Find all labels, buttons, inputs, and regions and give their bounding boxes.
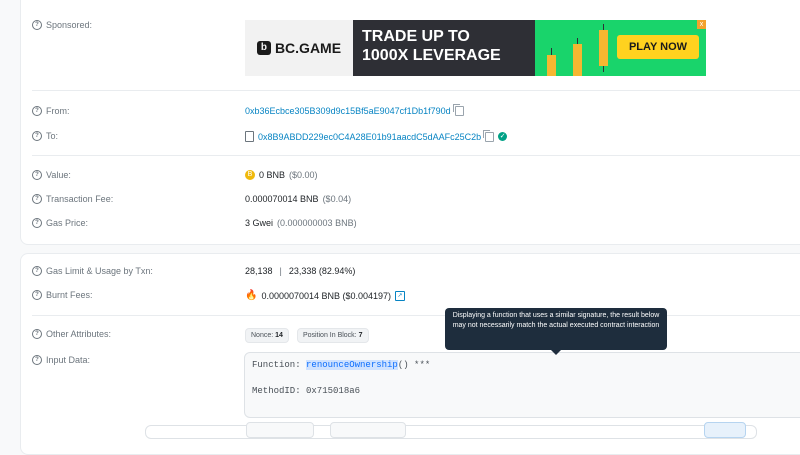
help-icon: ? <box>32 194 42 204</box>
ad-headline: TRADE UP TO 1000X LEVERAGE <box>353 20 535 76</box>
value-amount: B 0 BNB ($0.00) <box>245 170 318 180</box>
fee-amount: 0.000070014 BNB ($0.04) <box>245 194 352 204</box>
to-address-link[interactable]: 0x8B9ABDD229ec0C4A28E01b91aacdC5dAAFc25C… <box>258 132 481 142</box>
gas-limit-label: ? Gas Limit & Usage by Txn: <box>32 266 153 276</box>
bnb-icon: B <box>245 170 255 180</box>
position-badge: Position In Block: 7 <box>296 328 369 343</box>
input-data-label: ? Input Data: <box>32 355 90 365</box>
other-attributes-values: Nonce: 14 Position In Block: 7 <box>245 328 373 343</box>
help-icon: ? <box>32 355 42 365</box>
copy-icon[interactable] <box>452 104 464 116</box>
fire-icon: 🔥 <box>245 290 258 301</box>
function-name[interactable]: renounceOwnership <box>306 360 398 370</box>
ad-banner[interactable]: b BC.GAME TRADE UP TO 1000X LEVERAGE PLA… <box>245 20 706 76</box>
candle <box>547 55 556 76</box>
verified-icon: ✓ <box>498 132 508 141</box>
help-icon: ? <box>32 106 42 116</box>
external-link-icon[interactable]: ↗ <box>395 290 406 301</box>
view-input-button[interactable] <box>246 422 314 438</box>
ad-logo: b BC.GAME <box>245 20 353 76</box>
candle <box>573 44 582 76</box>
decode-button[interactable] <box>704 422 746 438</box>
help-icon: ? <box>32 266 42 276</box>
input-data-box[interactable]: Function: renounceOwnership() *** Method… <box>244 352 800 418</box>
gas-price-value: 3 Gwei (0.000000003 BNB) <box>245 218 357 228</box>
help-icon: ? <box>32 218 42 228</box>
from-address-link[interactable]: 0xb36Ecbce305B309d9c15Bf5aE9047cf1Db1f79… <box>245 106 451 116</box>
help-icon: ? <box>32 290 42 300</box>
gas-limit-value: 28,138 | 23,338 (82.94%) <box>245 266 356 276</box>
ad-close-icon[interactable]: x <box>697 20 706 29</box>
help-icon: ? <box>32 131 42 141</box>
method-id-line: MethodID: 0x715018a6 <box>252 386 361 396</box>
from-label: ? From: <box>32 106 70 116</box>
divider <box>32 315 800 316</box>
contract-icon <box>245 131 254 142</box>
from-value: 0xb36Ecbce305B309d9c15Bf5aE9047cf1Db1f79… <box>245 104 464 116</box>
help-icon: ? <box>32 329 42 339</box>
bottom-toolbar <box>145 425 757 439</box>
signature-tooltip: Displaying a function that uses a simila… <box>445 308 667 355</box>
help-icon: ? <box>32 20 42 30</box>
advanced-filter-button[interactable] <box>330 422 406 438</box>
play-now-button[interactable]: PLAY NOW <box>617 35 699 59</box>
bc-logo-icon: b <box>256 41 271 55</box>
to-label: ? To: <box>32 131 58 141</box>
help-icon: ? <box>32 170 42 180</box>
to-value: 0x8B9ABDD229ec0C4A28E01b91aacdC5dAAFc25C… <box>245 129 508 142</box>
nonce-badge: Nonce: 14 <box>245 328 289 343</box>
fee-label: ? Transaction Fee: <box>32 194 113 204</box>
divider <box>32 155 800 156</box>
value-label: ? Value: <box>32 170 71 180</box>
burnt-fees-value: 🔥 0.0000070014 BNB ($0.004197) ↗ <box>245 290 406 301</box>
divider <box>32 90 800 91</box>
gas-price-label: ? Gas Price: <box>32 218 88 228</box>
other-attributes-label: ? Other Attributes: <box>32 329 111 339</box>
function-line: Function: renounceOwnership() *** <box>252 360 431 370</box>
copy-icon[interactable] <box>483 129 495 142</box>
sponsored-label: ? Sponsored: <box>32 20 92 30</box>
candle <box>599 30 608 66</box>
burnt-fees-label: ? Burnt Fees: <box>32 290 93 300</box>
